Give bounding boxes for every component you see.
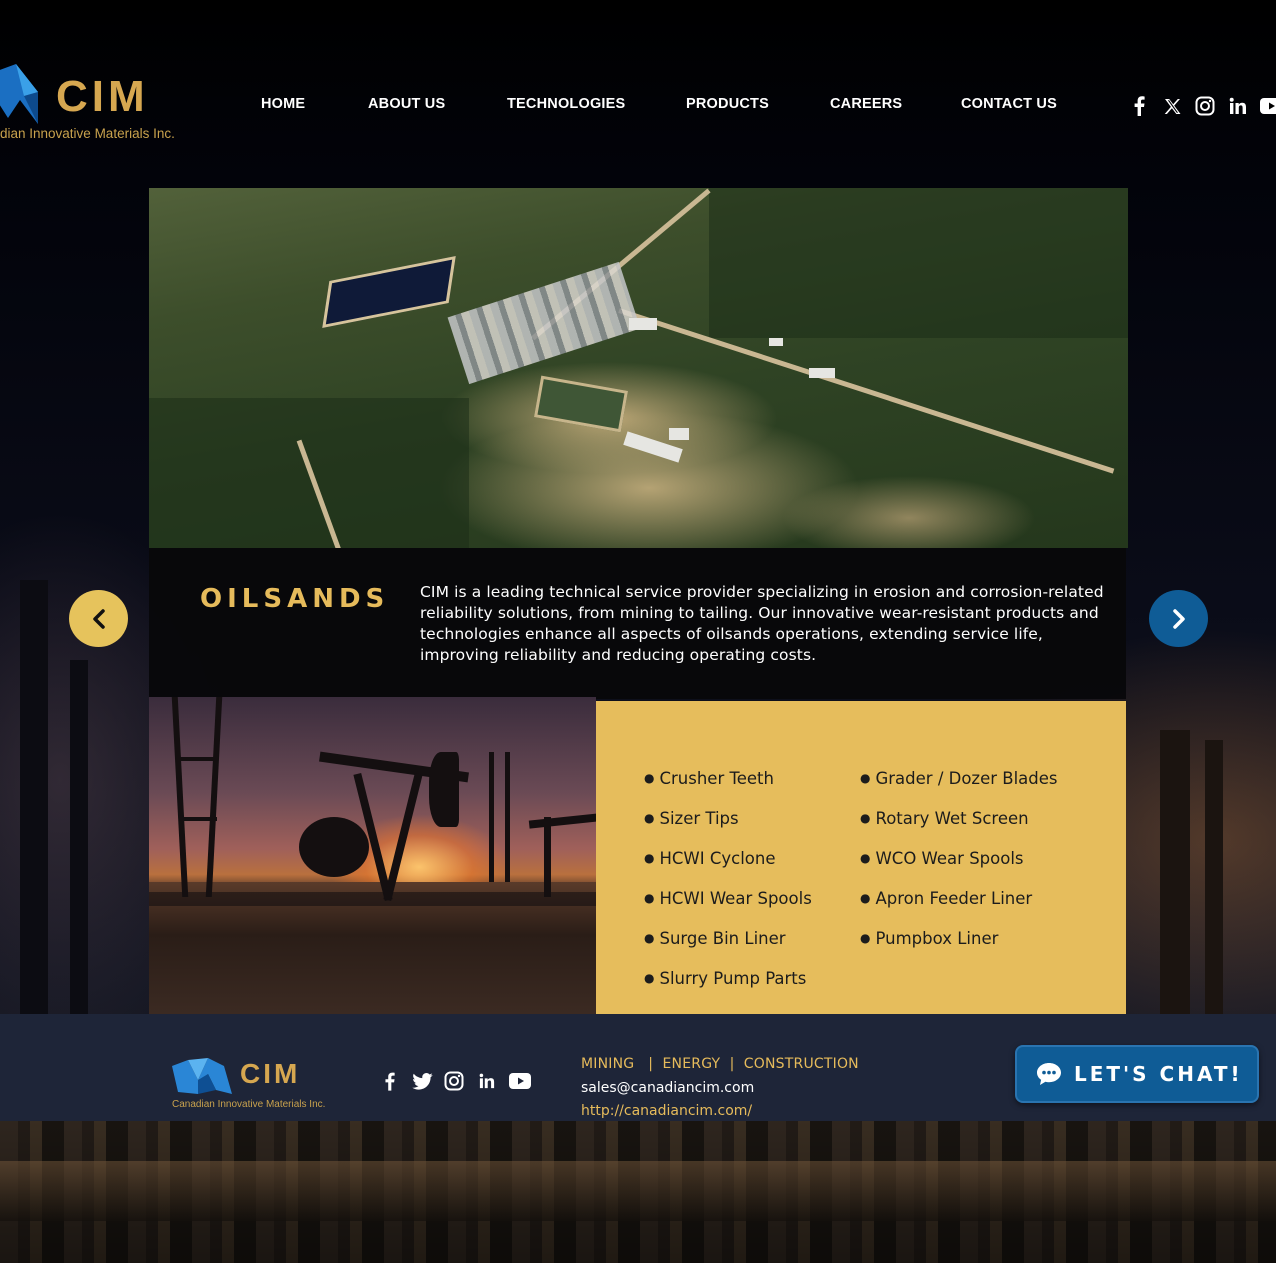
refinery-tower-left [20,580,48,1020]
linkedin-icon[interactable] [1226,94,1250,118]
list-item: WCO Wear Spools [860,849,1058,889]
list-item: Apron Feeder Liner [860,889,1058,929]
chat-bubble-icon [1037,1063,1061,1085]
facebook-icon[interactable] [1127,94,1151,118]
list-item: HCWI Wear Spools [644,889,811,929]
refinery-tower-right-2 [1205,740,1223,1020]
facebook-icon[interactable] [377,1069,401,1093]
company-logo[interactable]: CIM dian Innovative Materials Inc. [0,58,210,148]
footer-website-link[interactable]: http://canadiancim.com/ [581,1100,859,1124]
logo-wordmark: CIM [56,72,149,121]
products-panel: Crusher Teeth Sizer Tips HCWI Cyclone HC… [596,701,1126,1014]
list-item: Rotary Wet Screen [860,809,1058,849]
twitter-icon[interactable] [410,1069,434,1093]
instagram-icon[interactable] [1193,94,1217,118]
footer-logo-mark-icon [172,1058,232,1094]
chat-button-label: LET'S CHAT! [1074,1062,1243,1086]
pumpjack-sunset-photo [149,697,596,1014]
site-header: CIM dian Innovative Materials Inc. HOME … [0,0,1276,160]
footer-sectors: MINING | ENERGY | CONSTRUCTION [581,1056,859,1072]
youtube-icon[interactable] [1259,94,1276,118]
nav-home[interactable]: HOME [261,96,305,112]
list-item: Slurry Pump Parts [644,969,812,1009]
refinery-background [0,1121,1276,1263]
slide-title: OILSANDS [200,584,390,614]
footer-logo-wordmark: CIM [240,1058,301,1089]
linkedin-icon[interactable] [475,1069,499,1093]
footer-logo[interactable]: CIM Canadian Innovative Materials Inc. [172,1054,352,1114]
slide-info-panel: OILSANDS CIM is a leading technical serv… [149,548,1126,699]
chat-button[interactable]: LET'S CHAT! [1015,1045,1259,1103]
logo-tagline: dian Innovative Materials Inc. [0,126,175,141]
next-slide-button[interactable] [1149,590,1208,647]
nav-products[interactable]: PRODUCTS [686,96,769,112]
logo-mark-icon [0,64,38,124]
list-item: Grader / Dozer Blades [860,769,1057,809]
nav-careers[interactable]: CAREERS [830,96,902,112]
x-twitter-icon[interactable] [1160,94,1184,118]
nav-contact-us[interactable]: CONTACT US [961,96,1057,112]
oilsands-aerial-photo [149,188,1128,548]
products-list-left: Crusher Teeth Sizer Tips HCWI Cyclone HC… [644,769,812,1009]
previous-slide-button[interactable] [69,590,128,647]
list-item: Crusher Teeth [644,769,812,809]
chevron-left-icon [92,608,105,629]
instagram-icon[interactable] [442,1069,466,1093]
youtube-icon[interactable] [508,1069,532,1093]
refinery-tower-right [1160,730,1190,1020]
nav-about-us[interactable]: ABOUT US [368,96,445,112]
list-item: Surge Bin Liner [644,929,812,969]
list-item: Sizer Tips [644,809,812,849]
footer-contact: MINING | ENERGY | CONSTRUCTION sales@can… [581,1053,859,1124]
nav-technologies[interactable]: TECHNOLOGIES [507,96,625,112]
refinery-tower-left-2 [70,660,88,1020]
products-list-right: Grader / Dozer Blades Rotary Wet Screen … [860,769,1058,969]
list-item: Pumpbox Liner [860,929,1058,969]
footer-logo-tagline: Canadian Innovative Materials Inc. [172,1099,326,1110]
footer-email-link[interactable]: sales@canadiancim.com [581,1077,859,1101]
slide-description: CIM is a leading technical service provi… [420,583,1104,664]
chevron-right-icon [1172,608,1185,629]
list-item: HCWI Cyclone [644,849,812,889]
